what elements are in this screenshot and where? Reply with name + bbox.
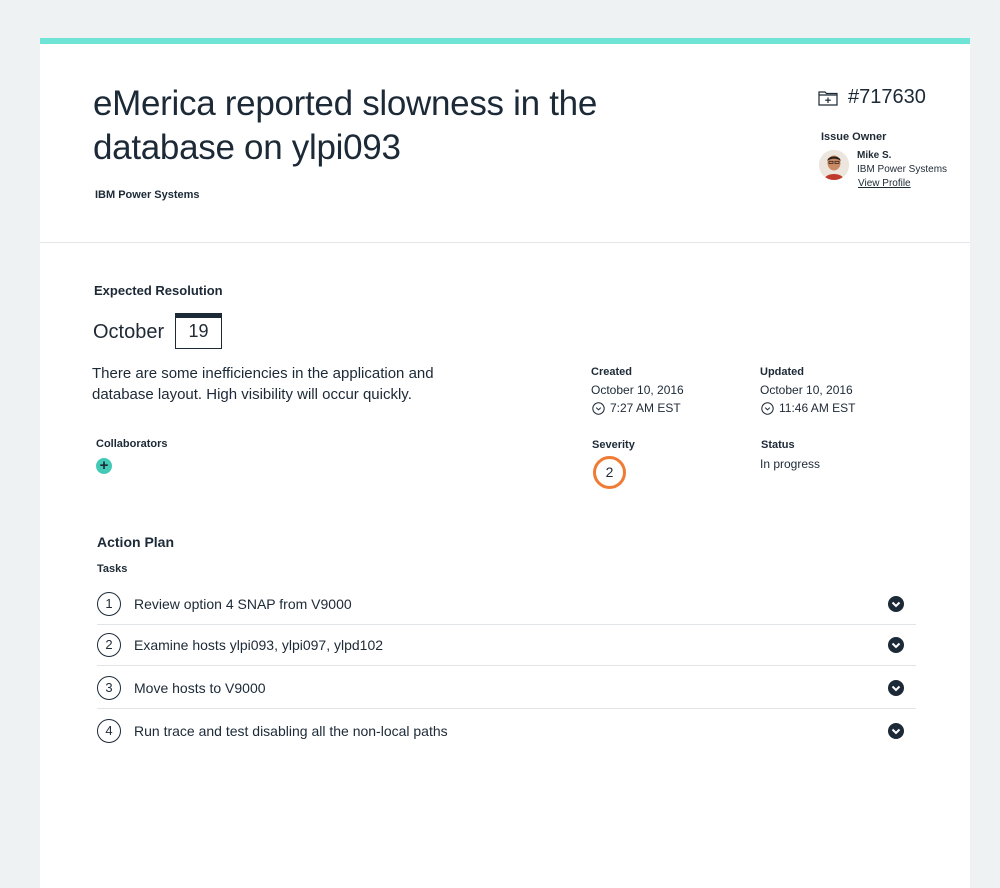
updated-date: October 10, 2016 xyxy=(760,383,853,397)
task-row[interactable]: 1 Review option 4 SNAP from V9000 xyxy=(97,583,916,625)
clock-icon xyxy=(592,401,605,415)
chevron-down-icon[interactable] xyxy=(888,595,904,612)
updated-time: 11:46 AM EST xyxy=(761,401,855,415)
updated-time-text: 11:46 AM EST xyxy=(779,401,856,415)
resolution-day: 19 xyxy=(175,313,222,349)
task-number: 3 xyxy=(97,675,121,700)
action-plan-title: Action Plan xyxy=(97,534,175,550)
task-row[interactable]: 2 Examine hosts ylpi093, ylpi097, ylpd10… xyxy=(97,624,916,666)
task-row[interactable]: 4 Run trace and test disabling all the n… xyxy=(97,710,916,752)
created-label: Created xyxy=(591,366,632,378)
severity-badge: 2 xyxy=(593,456,626,489)
add-collaborator-button[interactable]: + xyxy=(96,458,112,474)
folder-plus-icon xyxy=(818,90,838,106)
expected-resolution-label: Expected Resolution xyxy=(94,283,223,298)
updated-label: Updated xyxy=(760,366,804,378)
ticket-number: #717630 xyxy=(848,86,926,108)
task-row[interactable]: 3 Move hosts to V9000 xyxy=(97,667,916,709)
created-time: 7:27 AM EST xyxy=(592,401,681,415)
status-label: Status xyxy=(761,439,795,451)
issue-title: eMerica reported slowness in the databas… xyxy=(93,84,597,167)
task-number: 2 xyxy=(97,632,121,657)
task-text: Review option 4 SNAP from V9000 xyxy=(134,595,352,612)
task-text: Examine hosts ylpi093, ylpi097, ylpd102 xyxy=(134,636,384,653)
chevron-down-icon[interactable] xyxy=(888,723,904,739)
issue-description: There are some inefficiencies in the app… xyxy=(92,365,434,403)
collaborators-label: Collaborators xyxy=(96,438,168,450)
status-value: In progress xyxy=(760,457,821,471)
issue-product: IBM Power Systems xyxy=(95,189,200,201)
chevron-down-icon[interactable] xyxy=(888,636,904,653)
clock-icon xyxy=(761,401,774,415)
chevron-down-icon[interactable] xyxy=(888,679,904,696)
task-text: Move hosts to V9000 xyxy=(134,679,266,696)
created-time-text: 7:27 AM EST xyxy=(610,401,681,415)
view-profile-link[interactable]: View Profile xyxy=(858,178,911,189)
task-text: Run trace and test disabling all the non… xyxy=(134,723,448,739)
issue-header: eMerica reported slowness in the databas… xyxy=(40,44,970,243)
task-number: 1 xyxy=(97,591,121,616)
severity-label: Severity xyxy=(592,439,635,451)
avatar xyxy=(819,150,849,180)
tasks-label: Tasks xyxy=(97,563,128,575)
created-date: October 10, 2016 xyxy=(591,383,684,397)
ticket-id: #717630 xyxy=(818,86,926,109)
resolution-month: October xyxy=(93,321,165,343)
issue-card: eMerica reported slowness in the databas… xyxy=(40,38,970,888)
owner-name: Mike S. xyxy=(857,150,892,161)
owner-org: IBM Power Systems xyxy=(857,164,948,175)
task-number: 4 xyxy=(97,719,121,743)
owner-label: Issue Owner xyxy=(821,131,887,143)
